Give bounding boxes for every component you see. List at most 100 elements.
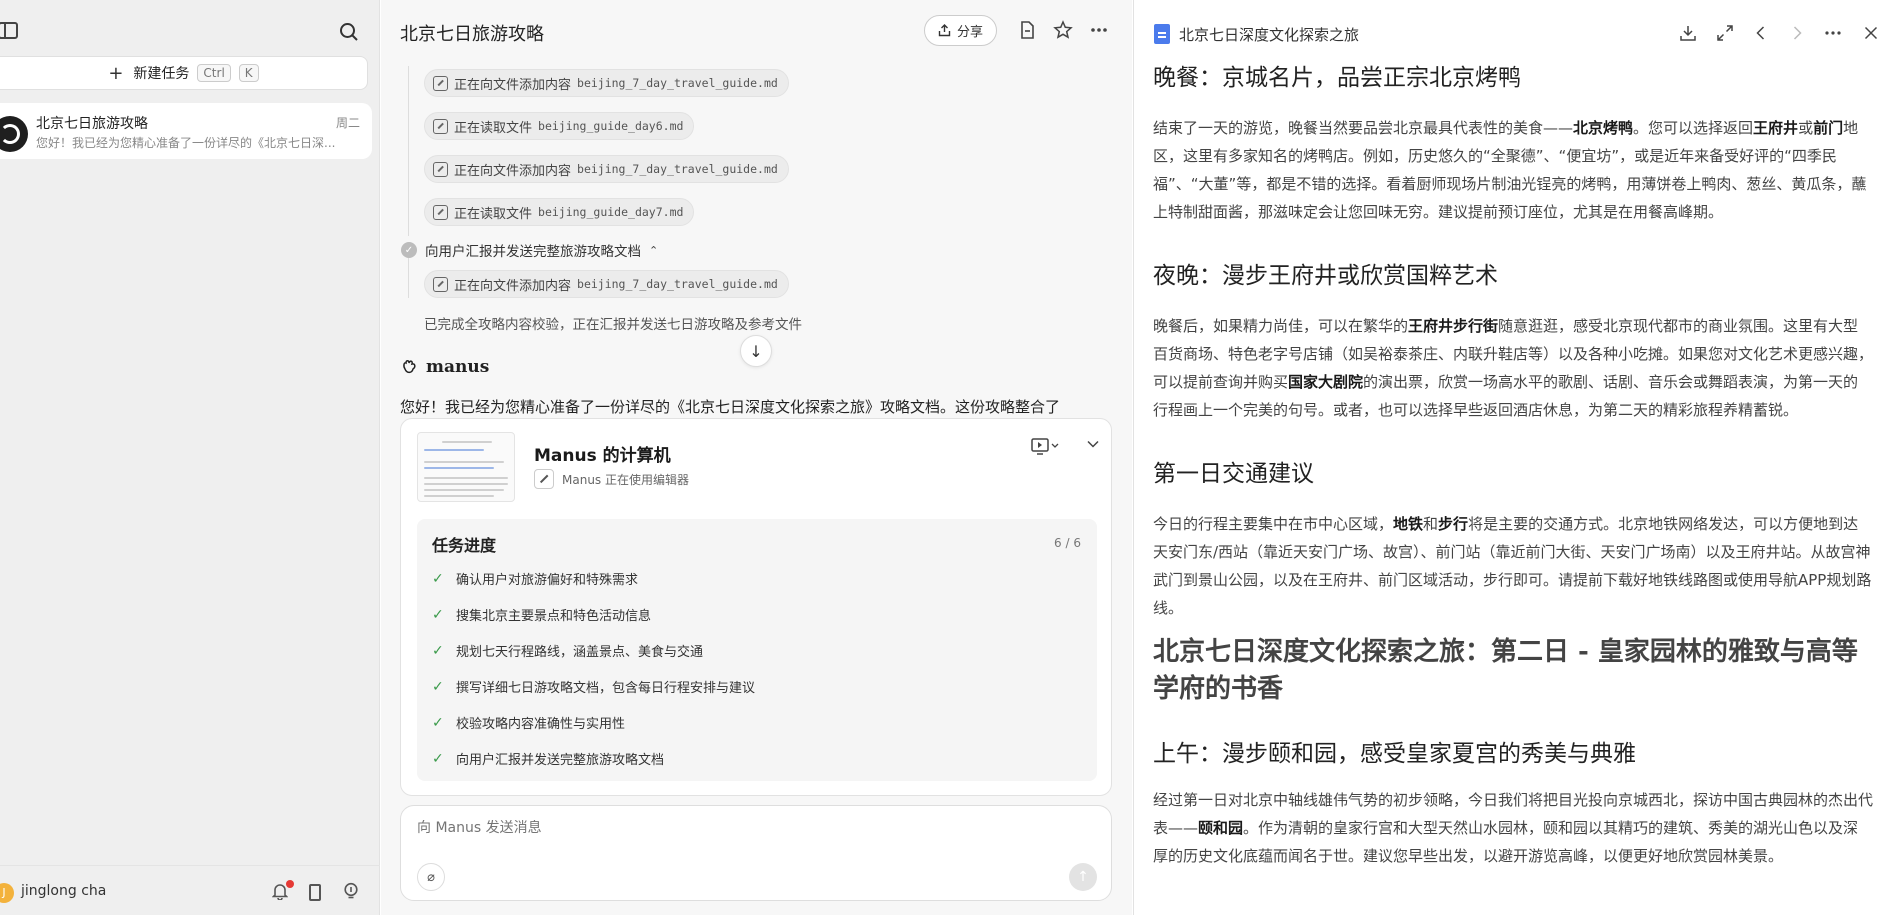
chevron-down-icon[interactable] xyxy=(1086,437,1100,451)
computer-thumbnail[interactable] xyxy=(417,432,515,502)
task-progress: 任务进度 6 / 6 ✓ 确认用户对旅游偏好和特殊需求 ✓ 搜集北京主要景点和特色活… xyxy=(417,519,1097,781)
step-chip[interactable]: 正在向文件添加内容 beijing_7_day_travel_guide.md xyxy=(424,155,789,183)
conversation-preview: 您好！我已经为您精心准备了一份详尽的《北京七日深... xyxy=(36,136,336,150)
step-label: 正在读取文件 xyxy=(454,120,533,136)
sidebar-toggle-icon[interactable] xyxy=(0,22,18,39)
step-chip[interactable]: 正在读取文件 beijing_guide_day7.md xyxy=(424,198,695,226)
arrow-down-icon: ↓ xyxy=(749,341,763,361)
download-icon[interactable] xyxy=(1679,24,1697,42)
user-avatar[interactable]: J xyxy=(0,883,14,903)
edit-icon xyxy=(433,75,448,91)
progress-item-label: 规划七天行程路线，涵盖景点、美食与交通 xyxy=(456,645,704,660)
assistant-name: manus xyxy=(426,357,490,377)
check-icon: ✓ xyxy=(432,570,444,587)
phase-header[interactable]: ✓ 向用户汇报并发送完整旅游攻略文档 ⌃ xyxy=(401,240,658,260)
document-body: 晚餐：京城名片，品尝正宗北京烤鸭 结束了一天的游览，晚餐当然要品尝北京最具代表性… xyxy=(1153,62,1873,870)
chevron-right-icon[interactable] xyxy=(1788,24,1806,42)
send-button[interactable]: ↑ xyxy=(1069,863,1097,891)
section-paragraph: 经过第一日对北京中轴线雄伟气势的初步领略，今日我们将把目光投向京城西北，探访中国… xyxy=(1153,791,1874,865)
more-icon[interactable] xyxy=(1824,24,1842,42)
close-icon[interactable] xyxy=(1862,24,1880,42)
check-icon: ✓ xyxy=(432,606,444,623)
section-heading: 上午：漫步颐和园，感受皇家夏宫的秀美与典雅 xyxy=(1153,741,1636,767)
scroll-down-button[interactable]: ↓ xyxy=(740,335,772,367)
step-file: beijing_guide_day6.md xyxy=(538,119,684,133)
step-label: 正在向文件添加内容 xyxy=(454,278,572,294)
step-file: beijing_7_day_travel_guide.md xyxy=(577,76,778,90)
monitor-icon[interactable] xyxy=(1031,437,1061,457)
share-label: 分享 xyxy=(956,25,983,40)
section-heading: 晚餐：京城名片，品尝正宗北京烤鸭 xyxy=(1153,65,1521,91)
chat-header: 北京七日旅游攻略 分享 xyxy=(381,0,1132,62)
share-button[interactable]: 分享 xyxy=(924,15,997,46)
star-icon[interactable] xyxy=(1053,20,1073,40)
section-paragraph: 结束了一天的游览，晚餐当然要品尝北京最具代表性的美食——北京烤鸭。您可以选择返回… xyxy=(1153,119,1867,221)
step-label: 正在向文件添加内容 xyxy=(454,163,572,179)
progress-item: ✓ 规划七天行程路线，涵盖景点、美食与交通 xyxy=(432,641,704,661)
chat-panel: 北京七日旅游攻略 分享 正在向文件添加内容 beijing_7_day_trav… xyxy=(381,0,1132,915)
step-file: beijing_7_day_travel_guide.md xyxy=(577,277,778,291)
mobile-icon[interactable] xyxy=(309,884,321,901)
section-heading: 第一日交通建议 xyxy=(1153,461,1314,487)
computer-status-text: Manus 正在使用编辑器 xyxy=(562,472,689,487)
assistant-message: 您好！我已经为您精心准备了一份详尽的《北京七日深度文化探索之旅》攻略文档。这份攻… xyxy=(400,398,1061,416)
editor-icon xyxy=(534,469,554,489)
expand-icon[interactable] xyxy=(1716,24,1734,42)
edit-icon xyxy=(433,276,448,292)
share-icon xyxy=(938,24,951,37)
step-label: 正在向文件添加内容 xyxy=(454,77,572,93)
progress-item-label: 校验攻略内容准确性与实用性 xyxy=(456,717,626,732)
step-chip[interactable]: 正在读取文件 beijing_guide_day6.md xyxy=(424,112,695,140)
plus-icon: + xyxy=(108,62,124,84)
arrow-up-icon: ↑ xyxy=(1077,869,1089,885)
new-task-button[interactable]: + 新建任务 Ctrl K xyxy=(0,56,368,90)
search-icon[interactable] xyxy=(339,22,359,42)
shortcut-ctrl: Ctrl xyxy=(197,64,231,82)
chat-title: 北京七日旅游攻略 xyxy=(400,24,544,45)
progress-item-label: 搜集北京主要景点和特色活动信息 xyxy=(456,609,652,624)
sidebar-header xyxy=(0,0,379,62)
progress-title: 任务进度 xyxy=(432,536,497,555)
timeline-line xyxy=(408,66,409,236)
file-icon[interactable] xyxy=(1017,20,1037,40)
progress-item: ✓ 撰写详细七日游攻略文档，包含每日行程安排与建议 xyxy=(432,677,756,697)
check-icon: ✓ xyxy=(432,642,444,659)
progress-item: ✓ 搜集北京主要景点和特色活动信息 xyxy=(432,605,652,625)
section-heading: 夜晚：漫步王府井或欣赏国粹艺术 xyxy=(1153,263,1498,289)
manus-avatar xyxy=(0,116,28,152)
check-icon: ✓ xyxy=(432,714,444,731)
edit-icon xyxy=(433,204,448,220)
new-task-label: 新建任务 xyxy=(133,66,190,82)
conversation-date: 周二 xyxy=(335,116,360,130)
check-icon: ✓ xyxy=(432,750,444,767)
document-icon xyxy=(1154,24,1170,44)
document-header: 北京七日深度文化探索之旅 xyxy=(1134,0,1900,66)
lightbulb-icon[interactable] xyxy=(342,882,360,900)
computer-title: Manus 的计算机 xyxy=(534,446,671,466)
edit-icon xyxy=(433,161,448,177)
chevron-left-icon[interactable] xyxy=(1752,24,1770,42)
conversation-item[interactable]: 北京七日旅游攻略 周二 您好！我已经为您精心准备了一份详尽的《北京七日深... xyxy=(0,103,372,159)
message-input[interactable] xyxy=(417,820,1097,836)
manus-logo-icon xyxy=(403,360,416,374)
step-chip[interactable]: 正在向文件添加内容 beijing_7_day_travel_guide.md xyxy=(424,270,789,298)
computer-card[interactable]: Manus 的计算机 Manus 正在使用编辑器 任务进度 6 / 6 ✓ 确认用… xyxy=(400,418,1112,796)
notification-dot xyxy=(286,880,294,888)
step-chip[interactable]: 正在向文件添加内容 beijing_7_day_travel_guide.md xyxy=(424,69,789,97)
progress-item-label: 向用户汇报并发送完整旅游攻略文档 xyxy=(456,753,665,768)
step-label: 正在读取文件 xyxy=(454,206,533,222)
more-icon[interactable] xyxy=(1089,20,1109,40)
edit-icon xyxy=(433,118,448,134)
document-panel: 北京七日深度文化探索之旅 晚餐：京城名片，品尝正宗北京烤鸭 结束了一天的游览，晚… xyxy=(1133,0,1900,915)
section-paragraph: 今日的行程主要集中在市中心区域，地铁和步行将是主要的交通方式。北京地铁网络发达，… xyxy=(1153,515,1872,617)
chevron-up-icon[interactable]: ⌃ xyxy=(649,244,658,257)
user-name[interactable]: jinglong cha xyxy=(21,883,106,899)
progress-item-label: 撰写详细七日游攻略文档，包含每日行程安排与建议 xyxy=(456,681,756,696)
attach-button[interactable]: ⌀ xyxy=(417,863,445,891)
progress-item: ✓ 向用户汇报并发送完整旅游攻略文档 xyxy=(432,749,665,769)
message-composer: ⌀ ↑ xyxy=(400,805,1112,901)
timeline-line xyxy=(408,258,409,298)
day-title: 北京七日深度文化探索之旅：第二日 - 皇家园林的雅致与高等学府的书香 xyxy=(1153,637,1858,704)
sidebar: + 新建任务 Ctrl K 北京七日旅游攻略 周二 您好！我已经为您精心准备了一… xyxy=(0,0,380,915)
document-title: 北京七日深度文化探索之旅 xyxy=(1179,26,1360,44)
